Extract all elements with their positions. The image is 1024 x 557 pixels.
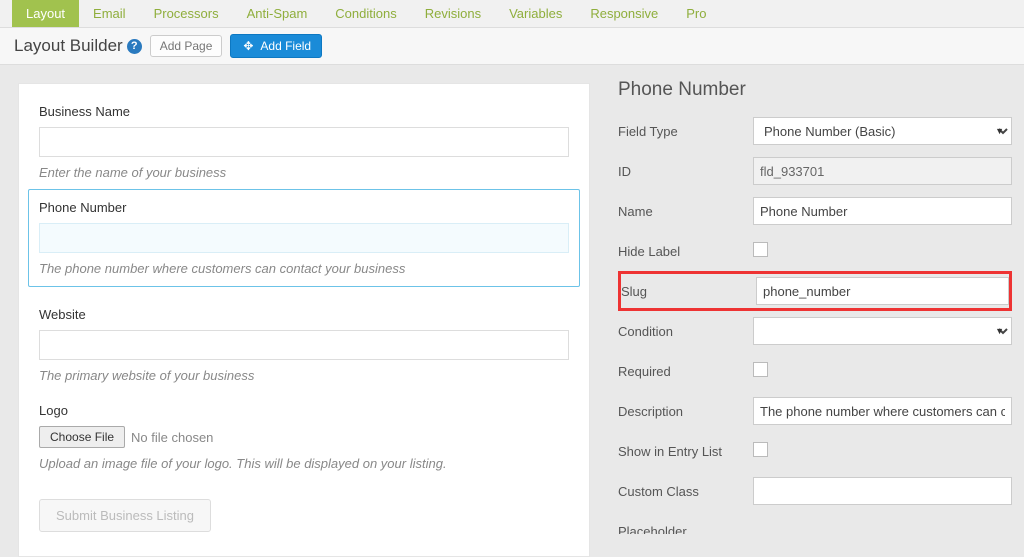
tab-responsive[interactable]: Responsive <box>576 0 672 27</box>
field-input-phone-number[interactable] <box>39 223 569 253</box>
field-label: Website <box>39 307 569 322</box>
setting-show-in-entry: Show in Entry List <box>618 437 1012 465</box>
file-status: No file chosen <box>131 430 213 445</box>
setting-label: Required <box>618 364 753 379</box>
tab-bar: Layout Email Processors Anti-Spam Condit… <box>0 0 1024 28</box>
setting-label: Name <box>618 204 753 219</box>
move-icon: ✥ <box>241 39 255 53</box>
field-help: The primary website of your business <box>39 368 569 383</box>
layout-builder-toolbar: Layout Builder ? Add Page ✥ Add Field <box>0 28 1024 65</box>
form-preview-panel: Business Name Enter the name of your bus… <box>0 65 608 534</box>
name-input[interactable] <box>753 197 1012 225</box>
tab-email[interactable]: Email <box>79 0 140 27</box>
help-icon[interactable]: ? <box>127 39 142 54</box>
setting-required: Required <box>618 357 1012 385</box>
field-logo[interactable]: Logo Choose File No file chosen Upload a… <box>39 403 569 471</box>
panel-title: Phone Number <box>618 79 1012 101</box>
setting-label: Hide Label <box>618 244 753 259</box>
slug-highlight: Slug <box>618 271 1012 311</box>
setting-name: Name <box>618 197 1012 225</box>
setting-label: Show in Entry List <box>618 444 753 459</box>
field-settings-panel: Phone Number Field Type Phone Number (Ba… <box>608 65 1024 534</box>
tab-conditions[interactable]: Conditions <box>321 0 410 27</box>
setting-label: Custom Class <box>618 484 753 499</box>
add-field-label: Add Field <box>260 39 311 53</box>
file-row: Choose File No file chosen <box>39 426 569 448</box>
field-website[interactable]: Website The primary website of your busi… <box>39 307 569 383</box>
required-checkbox[interactable] <box>753 362 768 377</box>
show-in-entry-checkbox[interactable] <box>753 442 768 457</box>
setting-slug: Slug <box>621 277 1009 305</box>
field-label: Logo <box>39 403 569 418</box>
setting-label: Placeholder <box>618 524 753 535</box>
setting-condition: Condition <box>618 317 1012 345</box>
setting-hide-label: Hide Label <box>618 237 1012 265</box>
setting-field-type: Field Type Phone Number (Basic) <box>618 117 1012 145</box>
tab-layout[interactable]: Layout <box>12 0 79 27</box>
tab-pro[interactable]: Pro <box>672 0 720 27</box>
setting-custom-class: Custom Class <box>618 477 1012 505</box>
setting-placeholder: Placeholder <box>618 517 1012 534</box>
field-help: Enter the name of your business <box>39 165 569 180</box>
field-phone-number[interactable]: Phone Number The phone number where cust… <box>28 189 580 287</box>
setting-label: Field Type <box>618 124 753 139</box>
hide-label-checkbox[interactable] <box>753 242 768 257</box>
id-input <box>753 157 1012 185</box>
setting-label: Description <box>618 404 753 419</box>
slug-input[interactable] <box>756 277 1009 305</box>
choose-file-button[interactable]: Choose File <box>39 426 125 448</box>
add-field-button[interactable]: ✥ Add Field <box>230 34 322 58</box>
page-title: Layout Builder ? <box>14 36 142 56</box>
tab-processors[interactable]: Processors <box>140 0 233 27</box>
field-label: Phone Number <box>39 200 569 215</box>
field-type-select[interactable]: Phone Number (Basic) <box>753 117 1012 145</box>
submit-button[interactable]: Submit Business Listing <box>39 499 211 532</box>
tab-anti-spam[interactable]: Anti-Spam <box>233 0 322 27</box>
field-input-website[interactable] <box>39 330 569 360</box>
setting-label: Condition <box>618 324 753 339</box>
field-label: Business Name <box>39 104 569 119</box>
setting-description: Description <box>618 397 1012 425</box>
custom-class-input[interactable] <box>753 477 1012 505</box>
setting-label: ID <box>618 164 753 179</box>
add-page-button[interactable]: Add Page <box>150 35 223 57</box>
setting-id: ID <box>618 157 1012 185</box>
field-help: Upload an image file of your logo. This … <box>39 456 569 471</box>
field-help: The phone number where customers can con… <box>39 261 569 276</box>
field-business-name[interactable]: Business Name Enter the name of your bus… <box>39 104 569 180</box>
tab-variables[interactable]: Variables <box>495 0 576 27</box>
tab-revisions[interactable]: Revisions <box>411 0 495 27</box>
setting-label: Slug <box>621 284 756 299</box>
page-title-text: Layout Builder <box>14 36 123 56</box>
workspace: Business Name Enter the name of your bus… <box>0 65 1024 534</box>
description-input[interactable] <box>753 397 1012 425</box>
condition-select[interactable] <box>753 317 1012 345</box>
field-input-business-name[interactable] <box>39 127 569 157</box>
form-card: Business Name Enter the name of your bus… <box>18 83 590 557</box>
